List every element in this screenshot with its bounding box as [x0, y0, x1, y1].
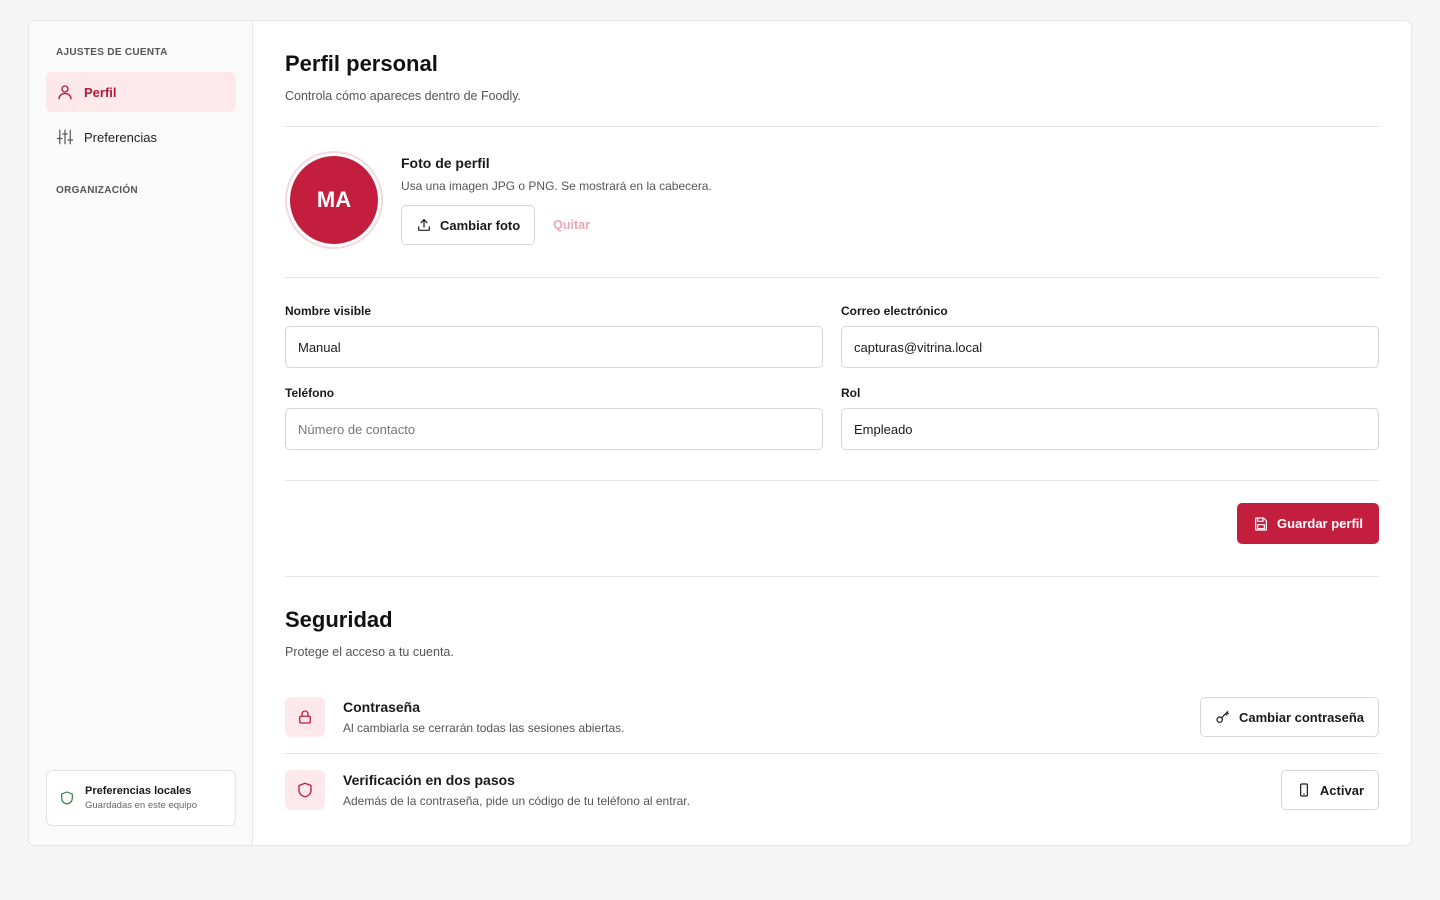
two-factor-text: Verificación en dos pasos Además de la c…: [343, 772, 1281, 808]
two-factor-icon-box: [285, 770, 325, 810]
two-factor-title: Verificación en dos pasos: [343, 772, 515, 788]
upload-icon: [418, 219, 430, 231]
sidebar-item-profile[interactable]: Perfil: [46, 72, 236, 112]
sidebar-item-label: Perfil: [84, 84, 117, 100]
two-factor-row: Verificación en dos pasos Además de la c…: [285, 754, 1379, 826]
phone-icon: [1299, 783, 1308, 797]
password-row: Contraseña Al cambiarla se cerrarán toda…: [285, 681, 1379, 753]
two-factor-description: Además de la contraseña, pide un código …: [343, 794, 690, 808]
password-text: Contraseña Al cambiarla se cerrarán toda…: [343, 699, 1200, 735]
name-label: Nombre visible: [285, 304, 372, 318]
save-row: Guardar perfil: [285, 481, 1379, 576]
photo-info: Foto de perfil Usa una imagen JPG o PNG.…: [401, 155, 712, 245]
role-field-group: Rol: [841, 386, 1379, 450]
change-photo-label: Cambiar foto: [440, 217, 521, 233]
security-title: Seguridad: [285, 607, 393, 632]
local-preferences-box: Preferencias locales Guardadas en este e…: [46, 770, 236, 826]
page-title: Perfil personal: [285, 51, 438, 76]
password-icon-box: [285, 697, 325, 737]
main-content: Perfil personal Controla cómo apareces d…: [253, 21, 1411, 845]
activate-two-factor-button[interactable]: Activar: [1280, 770, 1379, 810]
activate-label: Activar: [1319, 782, 1364, 798]
sidebar-item-preferences[interactable]: Preferencias: [46, 117, 236, 157]
save-profile-label: Guardar perfil: [1277, 516, 1363, 531]
key-icon: [1216, 711, 1229, 723]
shield-icon: [298, 782, 312, 798]
page-subtitle: Controla cómo apareces dentro de Foodly.: [285, 89, 522, 103]
role-input[interactable]: [841, 408, 1379, 450]
sliders-icon: [56, 129, 74, 145]
phone-label: Teléfono: [285, 386, 335, 400]
phone-field-group: Teléfono: [285, 386, 823, 450]
email-field-group: Correo electrónico: [841, 304, 1379, 368]
settings-card: AJUSTES DE CUENTA Perfil Preferencias OR…: [28, 20, 1412, 846]
change-password-button[interactable]: Cambiar contraseña: [1200, 697, 1379, 737]
divider: [285, 576, 1379, 577]
name-input[interactable]: [285, 326, 823, 368]
role-label: Rol: [841, 386, 861, 400]
security-subtitle: Protege el acceso a tu cuenta.: [285, 645, 454, 659]
user-icon: [58, 85, 72, 100]
save-icon: [1255, 516, 1267, 531]
remove-photo-link[interactable]: Quitar: [553, 218, 590, 232]
email-label: Correo electrónico: [841, 304, 948, 318]
avatar: MA: [290, 156, 378, 244]
sidebar: AJUSTES DE CUENTA Perfil Preferencias OR…: [29, 21, 253, 845]
local-preferences-title: Preferencias locales: [85, 785, 192, 797]
save-profile-button[interactable]: Guardar perfil: [1237, 503, 1379, 544]
photo-title: Foto de perfil: [401, 155, 490, 171]
photo-description: Usa una imagen JPG o PNG. Se mostrará en…: [401, 179, 712, 193]
lock-icon: [299, 710, 311, 724]
password-description: Al cambiarla se cerrarán todas las sesio…: [343, 721, 625, 735]
shield-icon: [61, 791, 73, 805]
change-password-label: Cambiar contraseña: [1239, 709, 1364, 725]
account-settings-heading: AJUSTES DE CUENTA: [56, 47, 168, 58]
avatar-ring: MA: [285, 151, 383, 249]
local-preferences-subtitle: Guardadas en este equipo: [85, 800, 197, 811]
organization-heading: ORGANIZACIÓN: [56, 185, 138, 196]
email-input[interactable]: [841, 326, 1379, 368]
profile-photo-section: MA Foto de perfil Usa una imagen JPG o P…: [285, 127, 1379, 277]
password-title: Contraseña: [343, 699, 421, 715]
name-field-group: Nombre visible: [285, 304, 823, 368]
photo-actions: Cambiar foto Quitar: [401, 205, 712, 245]
change-photo-button[interactable]: Cambiar foto: [401, 205, 536, 245]
profile-form: Nombre visible Correo electrónico Teléfo…: [285, 278, 1379, 480]
phone-input[interactable]: [285, 408, 823, 450]
sidebar-item-label: Preferencias: [84, 129, 157, 145]
